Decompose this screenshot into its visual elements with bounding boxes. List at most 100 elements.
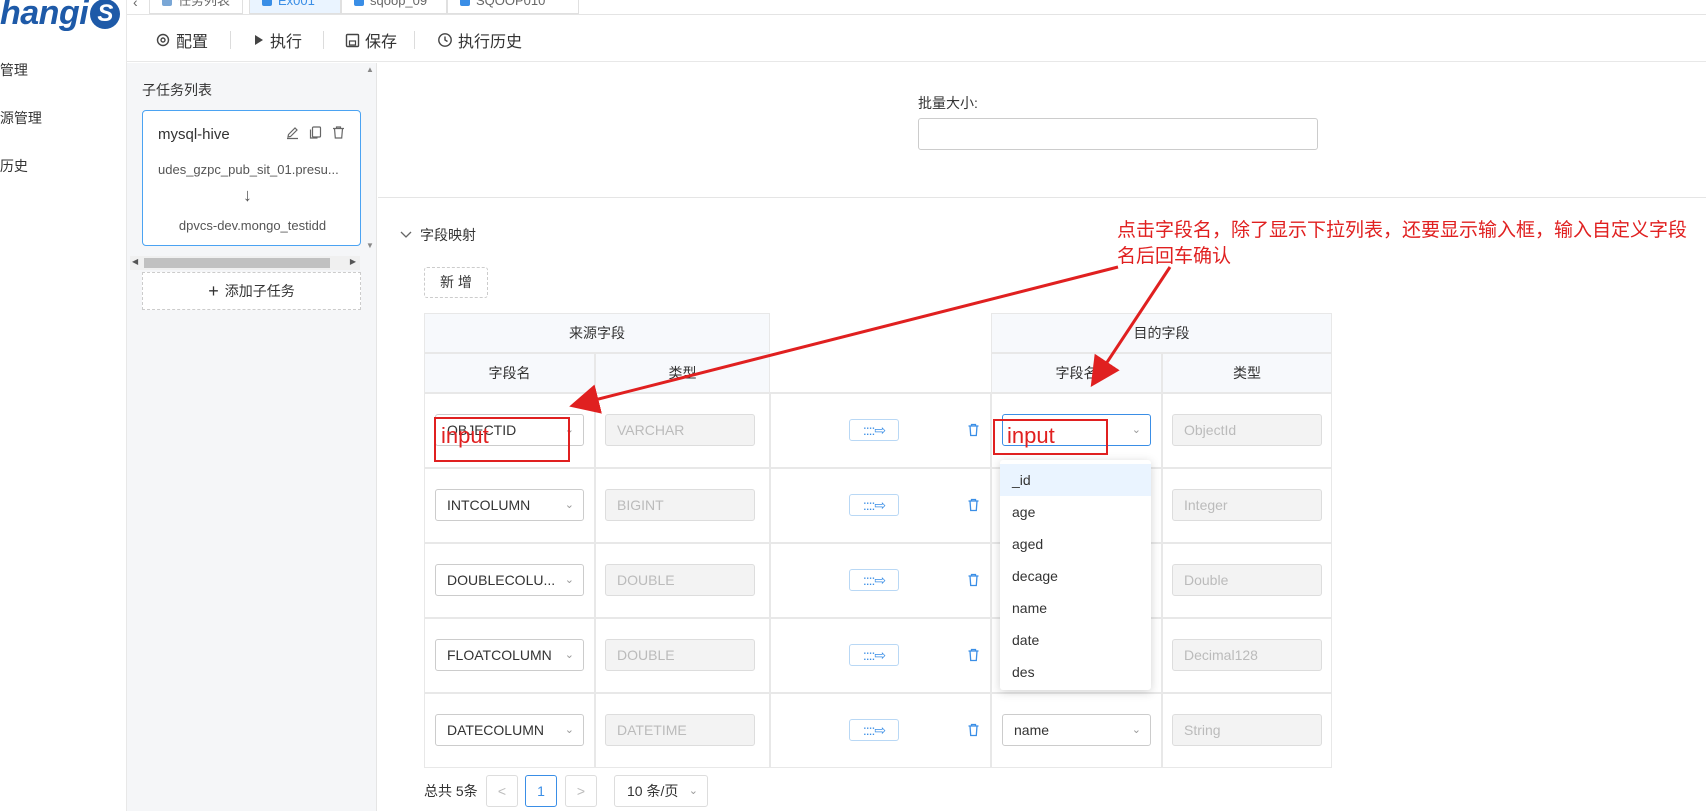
copy-icon[interactable] xyxy=(308,125,323,140)
tab-sqoop010[interactable]: SQOOP010 xyxy=(447,0,579,14)
mapping-spacer-header xyxy=(770,313,991,393)
save-button[interactable]: 保存 xyxy=(345,28,397,52)
tab-sqoop-09[interactable]: sqoop_09 xyxy=(341,0,447,14)
config-button[interactable]: 配置 xyxy=(155,28,208,52)
gear-icon xyxy=(156,33,170,47)
target-type-field: Integer xyxy=(1172,489,1322,521)
dropdown-option[interactable]: name xyxy=(1000,592,1151,624)
map-arrow-icon: ::::⇨ xyxy=(849,569,899,591)
page-size-label: 10 条/页 xyxy=(627,783,679,799)
tab-ex001[interactable]: Ex001 xyxy=(249,0,341,14)
chevron-down-icon: ⌄ xyxy=(1131,724,1141,736)
nav-item-history[interactable]: ]历史 xyxy=(0,156,28,176)
tab-task-list[interactable]: 任务列表 xyxy=(149,0,244,14)
source-type-header: 类型 xyxy=(595,353,770,393)
toolbar: 配置 执行 保存 执行历史 xyxy=(127,16,1706,62)
dropdown-option[interactable]: des xyxy=(1000,656,1151,688)
chevron-down-icon xyxy=(400,231,412,238)
target-name-header: 字段名 xyxy=(991,353,1162,393)
add-subtask-button[interactable]: + 添加子任务 xyxy=(142,272,361,310)
batch-size-label: 批量大小: xyxy=(918,95,978,111)
subtask-actions xyxy=(285,125,346,140)
left-nav: hangiS ]管理 ]源管理 ]历史 xyxy=(0,0,127,811)
scroll-up-icon[interactable]: ▲ xyxy=(366,65,374,74)
history-label: 执行历史 xyxy=(458,34,523,51)
row-delete-icon[interactable] xyxy=(967,498,980,517)
app-root: hangiS ]管理 ]源管理 ]历史 ‹ 任务列表 Ex001 sqoop_0… xyxy=(0,0,1706,811)
row-delete-icon[interactable] xyxy=(967,423,980,442)
add-mapping-button[interactable]: 新 增 xyxy=(424,267,488,298)
dropdown-option[interactable]: aged xyxy=(1000,528,1151,560)
target-field-group-header: 目的字段 xyxy=(991,313,1332,353)
batch-size-input[interactable] xyxy=(918,118,1318,150)
subtask-card[interactable]: mysql-hive udes_gzpc_pub_sit_01.presu...… xyxy=(142,110,361,246)
dropdown-option[interactable]: age xyxy=(1000,496,1151,528)
tabs-back-arrow-icon[interactable]: ‹ xyxy=(133,0,138,10)
vertical-scrollbar[interactable]: ▲ ▼ xyxy=(363,63,377,253)
save-icon xyxy=(345,33,360,47)
source-field-select[interactable]: FLOATCOLUMN ⌄ xyxy=(435,639,584,671)
subtask-target: dpvcs-dev.mongo_testidd xyxy=(178,218,327,233)
source-name-header: 字段名 xyxy=(424,353,595,393)
target-type-field: String xyxy=(1172,714,1322,746)
field-mapping-section-toggle[interactable]: 字段映射 xyxy=(400,225,476,245)
source-type-field: VARCHAR xyxy=(605,414,755,446)
row-delete-icon[interactable] xyxy=(967,723,980,742)
source-field-select[interactable]: INTCOLUMN ⌄ xyxy=(435,489,584,521)
row-delete-icon[interactable] xyxy=(967,573,980,592)
source-type-field: DATETIME xyxy=(605,714,755,746)
source-field-group-header: 来源字段 xyxy=(424,313,770,353)
config-label: 配置 xyxy=(176,34,209,51)
chevron-down-icon: ⌄ xyxy=(564,574,574,586)
history-button[interactable]: 执行历史 xyxy=(437,28,522,52)
section-divider xyxy=(378,197,1706,198)
target-type-header: 类型 xyxy=(1162,353,1332,393)
subtask-source: udes_gzpc_pub_sit_01.presu... xyxy=(158,162,339,177)
play-icon xyxy=(255,35,263,45)
edit-icon[interactable] xyxy=(285,125,300,140)
pagination-prev-button[interactable]: < xyxy=(486,775,518,807)
pagination-page-button[interactable]: 1 xyxy=(525,775,557,807)
dropdown-option[interactable]: decage xyxy=(1000,560,1151,592)
nav-item-management[interactable]: ]管理 xyxy=(0,60,28,80)
source-field-select[interactable]: DATECOLUMN ⌄ xyxy=(435,714,584,746)
source-field-value: DATECOLUMN xyxy=(447,722,544,738)
dropdown-option[interactable]: date xyxy=(1000,624,1151,656)
clock-icon xyxy=(438,33,452,47)
plus-icon: + xyxy=(208,280,219,301)
target-field-dropdown: _id age aged decage name date des xyxy=(1000,460,1151,690)
delete-icon[interactable] xyxy=(331,125,346,140)
dropdown-option[interactable]: _id xyxy=(1000,464,1151,496)
subtask-name: mysql-hive xyxy=(158,126,230,143)
target-field-select[interactable]: name ⌄ xyxy=(1002,714,1151,746)
chevron-down-icon: ⌄ xyxy=(688,785,698,797)
chevron-down-icon: ⌄ xyxy=(564,724,574,736)
source-type-field: BIGINT xyxy=(605,489,755,521)
arrow-down-icon: ↓ xyxy=(243,185,252,205)
source-field-select[interactable]: DOUBLECOLU... ⌄ xyxy=(435,564,584,596)
chevron-down-icon: ⌄ xyxy=(564,499,574,511)
save-label: 保存 xyxy=(365,34,398,51)
row-delete-icon[interactable] xyxy=(967,648,980,667)
horizontal-scrollbar[interactable]: ◀ ▶ xyxy=(130,256,360,270)
chevron-down-icon: ⌄ xyxy=(1131,424,1141,436)
nav-item-resource-management[interactable]: ]源管理 xyxy=(0,108,42,128)
source-type-field: DOUBLE xyxy=(605,564,755,596)
chevron-down-icon: ⌄ xyxy=(564,649,574,661)
pagination-next-button[interactable]: > xyxy=(565,775,597,807)
add-subtask-label: 添加子任务 xyxy=(224,283,295,299)
map-arrow-icon: ::::⇨ xyxy=(849,419,899,441)
target-field-value: name xyxy=(1014,722,1050,738)
annotation-note: 点击字段名，除了显示下拉列表，还要显示输入框，输入自定义字段名后回车确认 xyxy=(1117,220,1688,267)
scroll-right-icon[interactable]: ▶ xyxy=(350,257,356,266)
page-size-select[interactable]: 10 条/页 ⌄ xyxy=(614,775,708,807)
scroll-left-icon[interactable]: ◀ xyxy=(132,257,138,266)
subtask-list-title: 子任务列表 xyxy=(142,82,212,98)
tab-bar: ‹ 任务列表 Ex001 sqoop_09 SQOOP010 xyxy=(127,0,1706,15)
scroll-down-icon[interactable]: ▼ xyxy=(366,241,374,250)
scroll-thumb[interactable] xyxy=(144,258,330,268)
run-button[interactable]: 执行 xyxy=(253,28,302,52)
target-type-field: Decimal128 xyxy=(1172,639,1322,671)
source-field-value: INTCOLUMN xyxy=(447,497,531,513)
map-arrow-icon: ::::⇨ xyxy=(849,644,899,666)
